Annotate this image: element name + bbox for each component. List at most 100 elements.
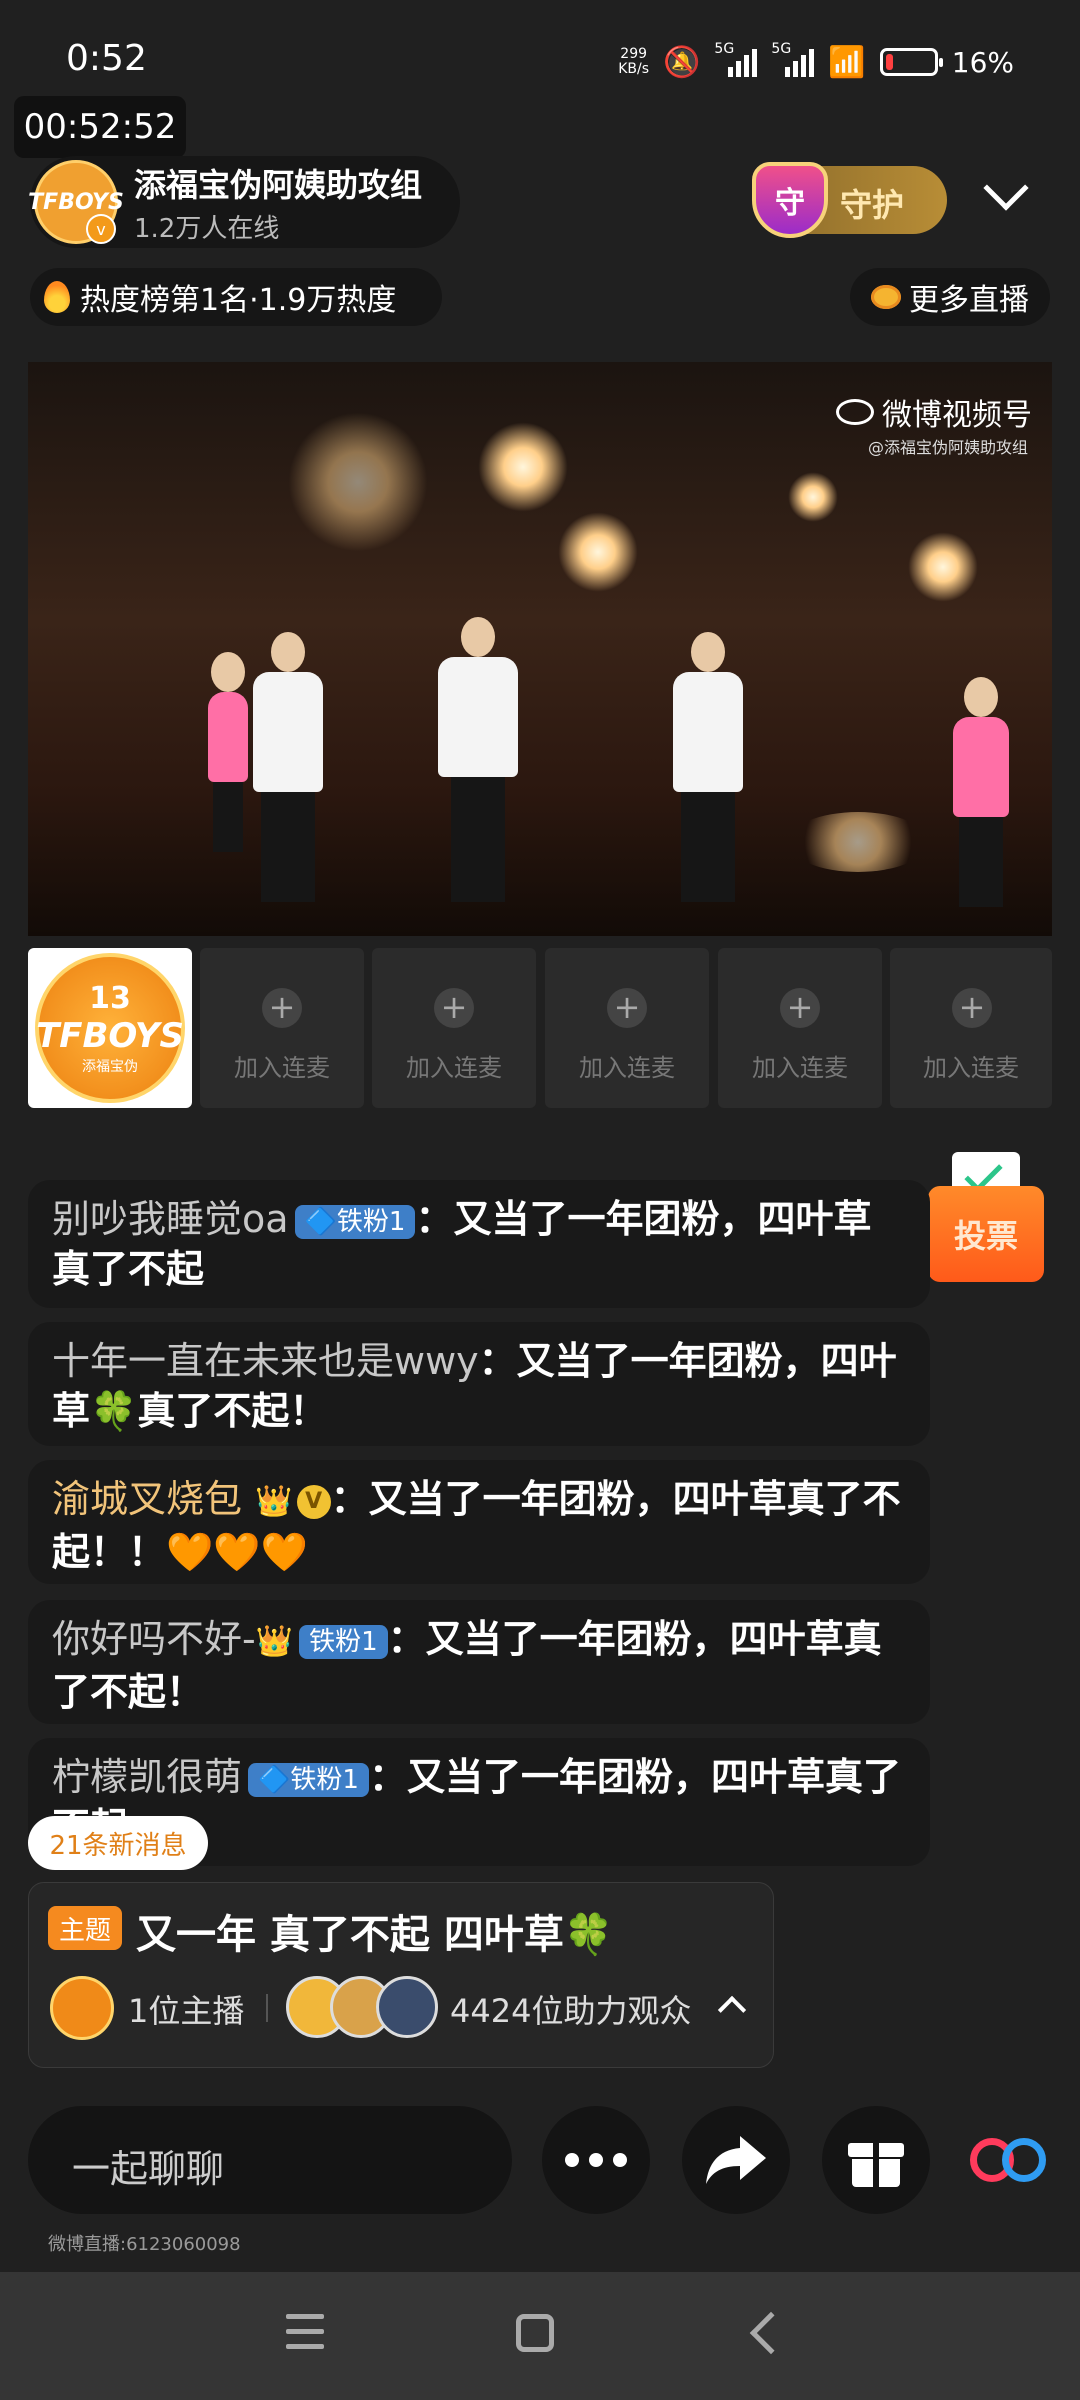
audience-avatar <box>376 1976 438 2038</box>
live-video[interactable]: 微博视频号 @添福宝伪阿姨助攻组 <box>28 362 1052 936</box>
fan-badge: 🔷铁粉1 <box>248 1762 369 1797</box>
performer <box>673 632 743 902</box>
vote-label: 投票 <box>928 1186 1044 1282</box>
join-mic-label: 加入连麦 <box>923 1054 1019 1082</box>
flame-icon <box>44 281 70 313</box>
mute-icon: 🔕 <box>663 44 701 80</box>
plus-icon: + <box>434 988 474 1028</box>
host-name[interactable]: 添福宝伪阿姨助攻组 <box>134 160 422 206</box>
shield-icon: 守 <box>752 162 828 238</box>
sim2-label: 5G <box>771 41 792 57</box>
net-speed-value: 299 <box>620 46 648 62</box>
cohost-main[interactable]: 13 TFBOYS 添福宝伪 <box>28 948 192 1108</box>
gift-button[interactable] <box>822 2106 930 2214</box>
more-button[interactable] <box>542 2106 650 2214</box>
net-speed-unit: KB/s <box>618 61 650 77</box>
cohost-brand: TFBOYS <box>36 1015 184 1056</box>
stage-light <box>908 532 978 602</box>
topic-audience-count: 4424位助力观众 <box>450 1992 692 2030</box>
stage-light <box>788 812 928 872</box>
status-icons: 299 KB/s 🔕 5G 5G 📶 16% <box>618 40 1014 84</box>
topic-tag: 主题 <box>48 1906 122 1950</box>
weibo-live-id: 微博直播:6123060098 <box>48 2234 241 2255</box>
wifi-icon: 📶 <box>828 44 866 80</box>
more-live-label: 更多直播 <box>909 283 1029 318</box>
topic-host-avatar <box>50 1976 114 2040</box>
fan-badge: 铁粉1 <box>299 1624 388 1659</box>
fan-badge: 🔷铁粉1 <box>294 1204 416 1239</box>
chat-nick[interactable]: 十年一直在未来也是wwy <box>52 1339 479 1383</box>
stage-light <box>478 422 568 512</box>
chat-nick[interactable]: 你好吗不好- <box>52 1617 256 1661</box>
chat-message: 渝城叉烧包 👑 V ：又当了一年团粉，四叶草真了不起！！🧡🧡🧡 <box>28 1460 930 1584</box>
weibo-video-watermark: 微博视频号 <box>836 390 1032 434</box>
signal-1-icon: 5G <box>714 41 758 77</box>
cohost-num: 13 <box>89 980 131 1016</box>
battery-icon <box>879 48 943 76</box>
heart-icons: 🧡🧡🧡 <box>166 1529 308 1574</box>
stage-light <box>558 512 638 592</box>
heat-rank-pill[interactable]: 热度榜第1名·1.9万热度 <box>30 268 442 326</box>
join-mic-slot[interactable]: + 加入连麦 <box>890 948 1052 1108</box>
chat-message: 你好吗不好-👑 铁粉1 ：又当了一年团粉，四叶草真了不起！ <box>28 1600 930 1724</box>
topic-host-count: 1位主播 <box>128 1992 245 2030</box>
crown-icon: 👑 <box>255 1623 294 1659</box>
performer <box>253 632 323 902</box>
sim1-label: 5G <box>714 41 735 57</box>
chat-nick[interactable]: 柠檬凯很萌 <box>52 1755 242 1799</box>
join-mic-slot[interactable]: + 加入连麦 <box>372 948 536 1108</box>
chat-input-placeholder: 一起聊聊 <box>72 2147 225 2191</box>
verified-badge: V <box>296 1484 331 1519</box>
cohost-avatar: 13 TFBOYS 添福宝伪 <box>35 953 185 1103</box>
planet-icon <box>871 285 901 309</box>
chat-message: 十年一直在未来也是wwy：又当了一年团粉，四叶草🍀真了不起！ <box>28 1322 930 1446</box>
battery-percent: 16% <box>951 45 1014 79</box>
stage-light <box>288 412 428 552</box>
crown-icon: 👑 <box>255 1483 293 1519</box>
join-mic-label: 加入连麦 <box>234 1054 330 1082</box>
divider <box>266 1994 268 2022</box>
weibo-logo-icon <box>836 399 874 425</box>
heat-rank-text: 热度榜第1名·1.9万热度 <box>80 283 397 318</box>
join-mic-slot[interactable]: + 加入连麦 <box>718 948 882 1108</box>
join-mic-slot[interactable]: + 加入连麦 <box>200 948 364 1108</box>
net-speed: 299 KB/s <box>618 47 649 77</box>
guard-label: 守护 <box>840 186 905 224</box>
watermark-sub: @添福宝伪阿姨助攻组 <box>867 438 1028 457</box>
join-mic-label: 加入连麦 <box>579 1054 675 1082</box>
link-mic-icon[interactable] <box>968 2130 1052 2190</box>
verified-icon: v <box>86 214 116 244</box>
performer <box>953 677 1009 907</box>
plus-icon: + <box>780 988 820 1028</box>
performer <box>208 652 248 852</box>
cohost-sub: 添福宝伪 <box>82 1058 138 1075</box>
chat-nick[interactable]: 渝城叉烧包 <box>52 1477 242 1521</box>
chat-message: 别吵我睡觉oa 🔷铁粉1 ：又当了一年团粉，四叶草真了不起 <box>28 1180 930 1308</box>
watermark-text: 微博视频号 <box>882 398 1032 433</box>
topic-title: 又一年 真了不起 四叶草🍀 <box>136 1912 614 1958</box>
chat-nick[interactable]: 别吵我睡觉oa <box>52 1197 289 1241</box>
new-messages-pill[interactable]: 21条新消息 <box>28 1816 208 1870</box>
vote-button[interactable]: 投票 <box>928 1152 1044 1282</box>
menu-icon[interactable] <box>286 2314 324 2349</box>
plus-icon: + <box>262 988 302 1028</box>
battery-fill <box>885 54 894 70</box>
gift-icon <box>848 2135 904 2187</box>
online-count: 1.2万人在线 <box>134 214 280 244</box>
more-live-button[interactable]: 更多直播 <box>850 268 1050 326</box>
share-arrow-icon <box>706 2136 766 2184</box>
chevron-down-icon[interactable] <box>983 165 1029 211</box>
join-mic-slot[interactable]: + 加入连麦 <box>545 948 709 1108</box>
signal-2-icon: 5G <box>771 41 815 77</box>
live-timer: 00:52:52 <box>14 96 186 158</box>
share-button[interactable] <box>682 2106 790 2214</box>
stage-light <box>788 472 838 522</box>
plus-icon: + <box>952 988 992 1028</box>
performer <box>438 617 518 902</box>
plus-icon: + <box>607 988 647 1028</box>
join-mic-label: 加入连麦 <box>406 1054 502 1082</box>
more-dots-icon <box>565 2153 627 2167</box>
status-time: 0:52 <box>66 38 147 79</box>
join-mic-label: 加入连麦 <box>752 1054 848 1082</box>
home-icon[interactable] <box>516 2314 554 2352</box>
